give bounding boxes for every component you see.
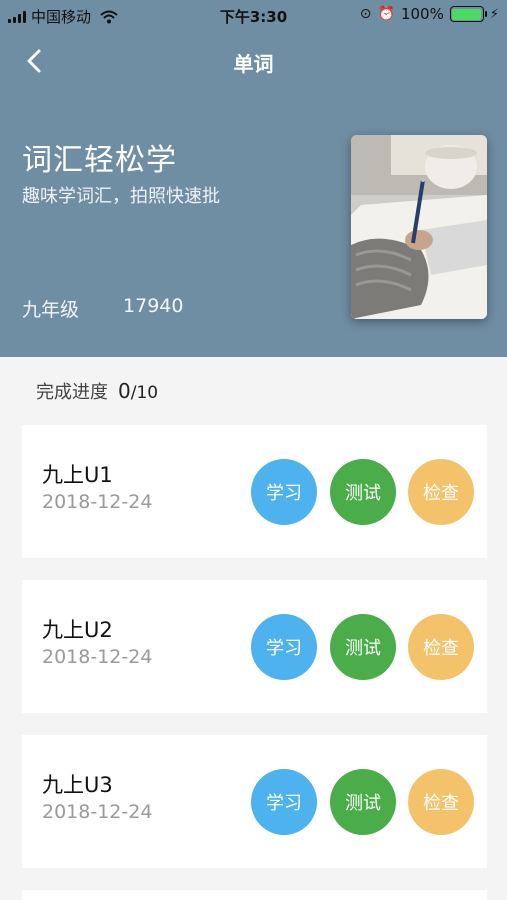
battery-icon xyxy=(449,6,487,22)
study-button[interactable]: 学习 xyxy=(251,769,317,835)
hero-subtitle: 趣味学词汇，拍照快速批 xyxy=(22,186,220,207)
unit-date: 2018-12-24 xyxy=(42,646,153,668)
progress-row: 完成进度 0/10 xyxy=(36,378,158,404)
alarm-icon: ⏰ xyxy=(377,6,395,22)
unit-card-partial[interactable] xyxy=(22,890,487,900)
status-bar: 中国移动 下午3:30 ⊙ ⏰ 100% ⚡ xyxy=(0,0,507,30)
header: 中国移动 下午3:30 ⊙ ⏰ 100% ⚡ 单词 词汇轻松学 趣味学词汇，拍照… xyxy=(0,0,507,357)
battery-percent: 100% xyxy=(400,5,444,23)
test-button[interactable]: 测试 xyxy=(330,614,396,680)
study-button[interactable]: 学习 xyxy=(251,614,317,680)
page-title: 单词 xyxy=(233,52,274,76)
grade-label: 九年级 xyxy=(22,299,80,321)
cover-image xyxy=(351,135,487,319)
orientation-lock-icon: ⊙ xyxy=(359,6,372,22)
test-button[interactable]: 测试 xyxy=(330,459,396,525)
progress-label: 完成进度 xyxy=(36,382,108,403)
progress-done: 0 xyxy=(118,379,131,403)
check-button[interactable]: 检查 xyxy=(408,614,474,680)
unit-card[interactable]: 九上U2 2018-12-24 学习 测试 检查 xyxy=(22,580,487,713)
study-button[interactable]: 学习 xyxy=(251,459,317,525)
charging-icon: ⚡ xyxy=(489,6,499,22)
unit-name: 九上U3 xyxy=(42,773,113,797)
test-button[interactable]: 测试 xyxy=(330,769,396,835)
unit-date: 2018-12-24 xyxy=(42,491,153,513)
unit-card[interactable]: 九上U1 2018-12-24 学习 测试 检查 xyxy=(22,425,487,558)
unit-date: 2018-12-24 xyxy=(42,801,153,823)
unit-card[interactable]: 九上U3 2018-12-24 学习 测试 检查 xyxy=(22,735,487,868)
status-right: ⊙ ⏰ 100% ⚡ xyxy=(360,5,499,23)
hero-meta: 九年级 17940 xyxy=(22,295,183,322)
word-count: 17940 xyxy=(123,295,184,317)
check-button[interactable]: 检查 xyxy=(408,459,474,525)
progress-value: 0/10 xyxy=(118,379,158,403)
unit-name: 九上U2 xyxy=(42,618,113,642)
unit-name: 九上U1 xyxy=(42,463,113,487)
hero-title: 词汇轻松学 xyxy=(22,143,177,178)
progress-total: /10 xyxy=(130,383,159,403)
nav-bar: 单词 xyxy=(0,38,507,84)
unit-list: 九上U1 2018-12-24 学习 测试 检查 九上U2 2018-12-24… xyxy=(22,425,487,900)
check-button[interactable]: 检查 xyxy=(408,769,474,835)
